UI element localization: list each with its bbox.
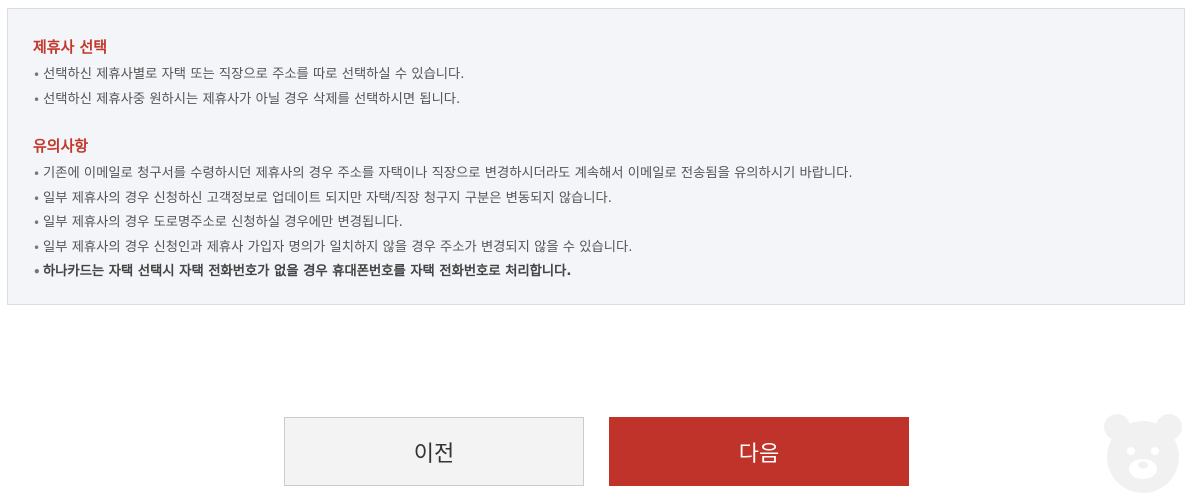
info-box: 제휴사 선택 • 선택하신 제휴사별로 자택 또는 직장으로 주소를 따로 선택하… (7, 8, 1185, 305)
list-item: • 일부 제휴사의 경우 신청인과 제휴사 가입자 명의가 일치하지 않을 경우 … (33, 236, 1184, 261)
bullet-icon: • (33, 92, 41, 107)
affiliate-selection-title: 제휴사 선택 (33, 38, 108, 56)
list-item-text: 하나카드는 자택 선택시 자택 전화번호가 없을 경우 휴대폰번호를 자택 전화… (43, 264, 572, 279)
bullet-icon: • (33, 68, 41, 82)
affiliate-selection-section: 제휴사 선택 • 선택하신 제휴사별로 자택 또는 직장으로 주소를 따로 선택하… (33, 37, 1184, 112)
list-item: • 기존에 이메일로 청구서를 수령하시던 제휴사의 경우 주소를 자택이나 직장… (33, 162, 1184, 187)
list-item: • 선택하신 제휴사별로 자택 또는 직장으로 주소를 따로 선택하실 수 있습니… (33, 63, 1184, 88)
list-item: • 일부 제휴사의 경우 도로명주소로 신청하실 경우에만 변경됩니다. (33, 211, 1184, 236)
bullet-icon: • (33, 265, 41, 279)
list-item-text: 일부 제휴사의 경우 신청하신 고객정보로 업데이트 되지만 자택/직장 청구지… (43, 190, 612, 206)
list-item: • 일부 제휴사의 경우 신청하신 고객정보로 업데이트 되지만 자택/직장 청구… (33, 187, 1184, 212)
prev-button[interactable]: 이전 (284, 417, 584, 486)
bear-mascot-icon (1104, 414, 1182, 493)
list-item-text: 선택하신 제휴사중 원하시는 제휴사가 아닐 경우 삭제를 선택하시면 됩니다. (43, 91, 461, 107)
bullet-icon: • (33, 216, 41, 230)
affiliate-selection-list: • 선택하신 제휴사별로 자택 또는 직장으로 주소를 따로 선택하실 수 있습니… (33, 63, 1184, 112)
notes-title: 유의사항 (33, 137, 89, 155)
notes-section: 유의사항 • 기존에 이메일로 청구서를 수령하시던 제휴사의 경우 주소를 자택… (33, 136, 1184, 285)
list-item: • 선택하신 제휴사중 원하시는 제휴사가 아닐 경우 삭제를 선택하시면 됩니다… (33, 88, 1184, 113)
list-item-text: 일부 제휴사의 경우 신청인과 제휴사 가입자 명의가 일치하지 않을 경우 주… (43, 239, 633, 255)
bullet-icon: • (33, 191, 41, 206)
bullet-icon: • (33, 240, 41, 255)
list-item-emphasis: • 하나카드는 자택 선택시 자택 전화번호가 없을 경우 휴대폰번호를 자택 전… (33, 260, 1184, 285)
next-button[interactable]: 다음 (609, 417, 909, 486)
bullet-icon: • (33, 167, 41, 181)
notes-list: • 기존에 이메일로 청구서를 수령하시던 제휴사의 경우 주소를 자택이나 직장… (33, 162, 1184, 285)
list-item-text: 기존에 이메일로 청구서를 수령하시던 제휴사의 경우 주소를 자택이나 직장으… (43, 166, 853, 181)
list-item-text: 선택하신 제휴사별로 자택 또는 직장으로 주소를 따로 선택하실 수 있습니다… (43, 67, 465, 82)
list-item-text: 일부 제휴사의 경우 도로명주소로 신청하실 경우에만 변경됩니다. (43, 215, 403, 230)
